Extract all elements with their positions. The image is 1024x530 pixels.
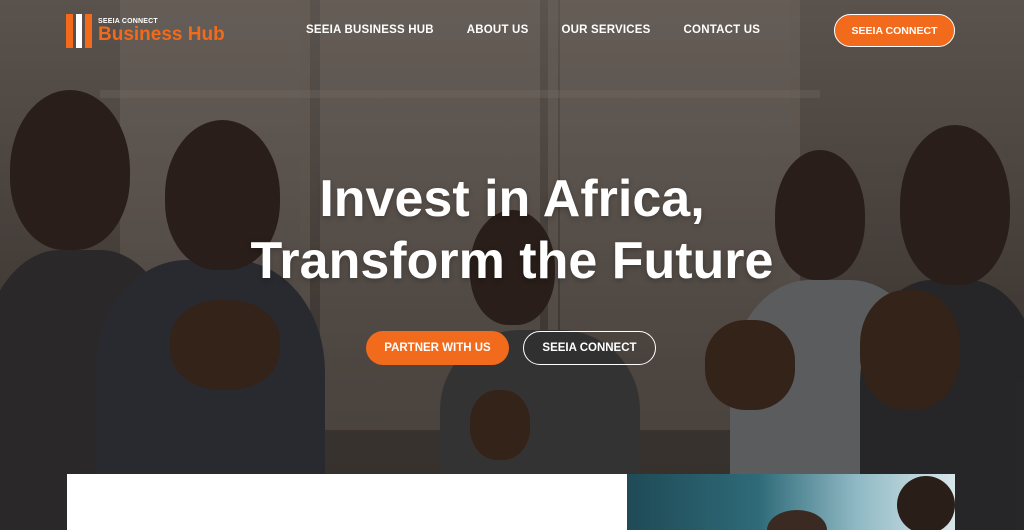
nav-link-contact-us[interactable]: CONTACT US xyxy=(684,24,761,36)
logo-mark-icon xyxy=(66,14,92,48)
main-nav: SEEIA BUSINESS HUB ABOUT US OUR SERVICES… xyxy=(306,24,760,36)
hero-seeia-connect-button[interactable]: SEEIA CONNECT xyxy=(523,331,656,365)
partner-with-us-button[interactable]: PARTNER WITH US xyxy=(366,331,509,365)
seeia-connect-button[interactable]: SEEIA CONNECT xyxy=(834,14,955,47)
section-photo xyxy=(627,474,955,530)
nav-link-our-services[interactable]: OUR SERVICES xyxy=(561,24,650,36)
content-section-preview xyxy=(67,474,955,530)
nav-link-about-us[interactable]: ABOUT US xyxy=(467,24,529,36)
logo-title: Business Hub xyxy=(98,23,225,45)
hero-headline: Invest in Africa, Transform the Future xyxy=(0,168,1024,292)
site-logo[interactable]: SEEIA CONNECT Business Hub xyxy=(66,13,225,49)
headline-line-2: Transform the Future xyxy=(250,232,774,290)
headline-line-1: Invest in Africa, xyxy=(319,170,705,228)
nav-link-business-hub[interactable]: SEEIA BUSINESS HUB xyxy=(306,24,434,36)
